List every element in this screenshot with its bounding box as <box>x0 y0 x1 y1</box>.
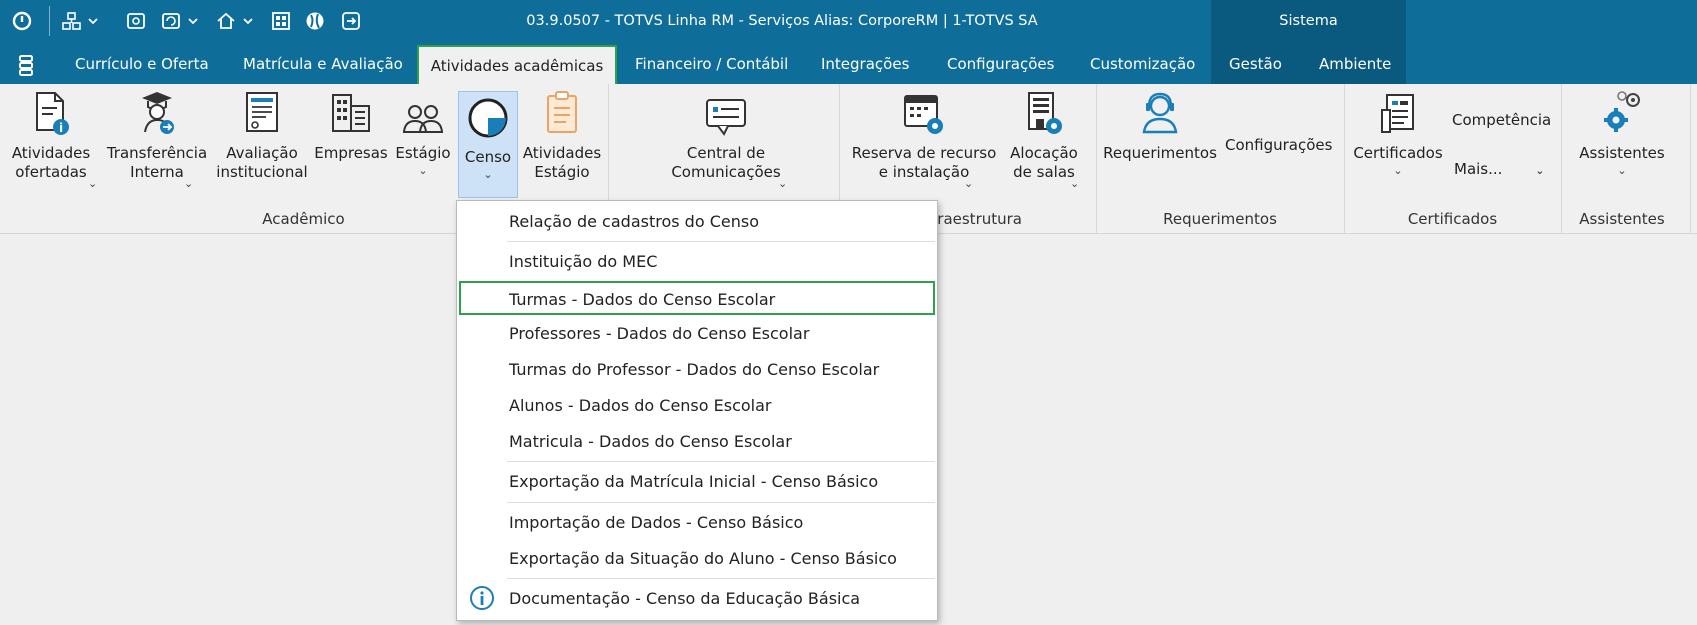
alocacao-de-salas-label: Alocação de salas <box>1010 144 1078 181</box>
tab-atividades-academicas[interactable]: Atividades acadêmicas <box>417 45 617 87</box>
tab-financeiro-contabil[interactable]: Financeiro / Contábil <box>635 42 788 84</box>
evaluation-form-icon <box>242 90 282 140</box>
menu-separator <box>507 241 935 242</box>
menu-item-instituicao-do-mec[interactable]: Instituição do MEC <box>457 245 937 279</box>
census-chart-icon <box>466 96 510 144</box>
atividades-ofertadas-label: Atividades ofertadas <box>11 144 91 181</box>
menu-item-turmas-do-professor[interactable]: Turmas do Professor - Dados do Censo Esc… <box>457 353 937 387</box>
gears-icon <box>1600 90 1644 140</box>
window-title: 03.9.0507 - TOTVS Linha RM - Serviços Al… <box>526 13 1038 29</box>
quick-access-separator <box>49 6 50 36</box>
globe-icon[interactable] <box>304 10 326 32</box>
tab-ambiente[interactable]: Ambiente <box>1319 42 1391 84</box>
censo-label: Censo <box>464 148 512 166</box>
headset-user-icon <box>1138 90 1182 140</box>
group-label-certificados: Certificados <box>1407 210 1498 228</box>
chevron-down-icon: ⌄ <box>1070 177 1080 190</box>
requerimentos-label: Requerimentos <box>1103 144 1217 162</box>
power-icon[interactable] <box>10 10 34 32</box>
atividades-estagio-button[interactable]: Atividades Estágio <box>522 88 602 200</box>
chevron-down-icon: ⌄ <box>1617 164 1627 177</box>
graduate-transfer-icon <box>136 90 178 140</box>
avaliacao-institucional-label: Avaliação institucional <box>216 144 308 181</box>
context-tab-sistema[interactable]: Sistema <box>1211 0 1406 42</box>
censo-dropdown-menu: Relação de cadastros do Censo Instituiçã… <box>456 200 938 621</box>
menu-item-turmas-censo-escolar[interactable]: Turmas - Dados do Censo Escolar <box>459 281 935 315</box>
buildings-icon <box>329 90 373 140</box>
menu-item-professores-censo-escolar[interactable]: Professores - Dados do Censo Escolar <box>457 317 937 351</box>
mais-label: Mais... <box>1454 160 1503 178</box>
menu-tabs-bar: Currículo e Oferta Matrícula e Avaliação… <box>0 42 1697 87</box>
menu-item-documentacao-censo[interactable]: Documentação - Censo da Educação Básica <box>457 582 937 616</box>
menu-item-alunos-censo-escolar[interactable]: Alunos - Dados do Censo Escolar <box>457 389 937 423</box>
tab-customizacao[interactable]: Customização <box>1090 42 1195 84</box>
group-separator <box>1690 84 1691 234</box>
grid-icon[interactable] <box>270 10 292 32</box>
mais-button[interactable]: Mais... ⌄ <box>1454 160 1544 178</box>
estagio-label: Estágio <box>395 144 451 162</box>
menu-item-exportacao-situacao-aluno[interactable]: Exportação da Situação do Aluno - Censo … <box>457 542 937 576</box>
room-gear-icon <box>1024 90 1064 140</box>
chevron-down-icon: ⌄ <box>184 177 194 190</box>
clipboard-icon <box>542 90 582 140</box>
empresas-button[interactable]: Empresas <box>312 88 390 200</box>
reserva-de-recurso-button[interactable]: Reserva de recurso e instalação ⌄ <box>846 88 1002 200</box>
group-label-assistentes: Assistentes <box>1579 210 1665 228</box>
assistentes-button[interactable]: Assistentes ⌄ <box>1572 88 1672 200</box>
svg-text:i: i <box>59 121 63 135</box>
atividades-ofertadas-button[interactable]: i Atividades ofertadas ⌄ <box>4 88 98 200</box>
menu-separator <box>507 578 935 579</box>
home-icon[interactable] <box>215 10 257 32</box>
atividades-estagio-label: Atividades Estágio <box>522 144 602 181</box>
chevron-down-icon: ⌄ <box>1393 164 1403 177</box>
tab-integracoes[interactable]: Integrações <box>821 42 909 84</box>
group-label-infraestrutura: fraestrutura <box>932 210 1022 228</box>
menu-item-relacao-de-cadastros[interactable]: Relação de cadastros do Censo <box>457 205 937 239</box>
app-menu-icon[interactable] <box>18 54 36 80</box>
reserva-de-recurso-label: Reserva de recurso e instalação <box>851 144 997 181</box>
requerimentos-button[interactable]: Requerimentos <box>1102 88 1218 200</box>
menu-separator <box>507 502 935 503</box>
empresas-label: Empresas <box>314 144 388 162</box>
menu-item-importacao-de-dados[interactable]: Importação de Dados - Censo Básico <box>457 506 937 540</box>
info-icon <box>469 585 495 615</box>
certificados-label: Certificados <box>1353 144 1443 162</box>
chevron-down-icon: ⌄ <box>778 177 788 190</box>
tab-configuracoes[interactable]: Configurações <box>947 42 1054 84</box>
people-icon <box>401 100 445 140</box>
app-window: 03.9.0507 - TOTVS Linha RM - Serviços Al… <box>0 0 1697 625</box>
refresh-screen-icon[interactable] <box>160 10 202 32</box>
menu-item-matricula-censo-escolar[interactable]: Matricula - Dados do Censo Escolar <box>457 425 937 459</box>
org-chart-icon[interactable] <box>60 10 100 32</box>
configuracoes-button[interactable]: Configurações <box>1225 136 1332 154</box>
menu-separator <box>507 461 935 462</box>
message-icon <box>704 96 748 140</box>
exit-icon[interactable] <box>340 10 362 32</box>
screen-icon[interactable] <box>125 10 147 32</box>
group-label-requerimentos: Requerimentos <box>1163 210 1277 228</box>
certificate-icon <box>1378 92 1418 140</box>
menu-item-exportacao-matricula-inicial[interactable]: Exportação da Matrícula Inicial - Censo … <box>457 465 937 499</box>
document-info-icon: i <box>31 90 71 140</box>
transferencia-interna-button[interactable]: Transferência Interna ⌄ <box>104 88 210 200</box>
tab-matricula-e-avaliacao[interactable]: Matrícula e Avaliação <box>243 42 403 84</box>
title-bar: 03.9.0507 - TOTVS Linha RM - Serviços Al… <box>0 0 1697 42</box>
central-de-comunicacoes-label: Central de Comunicações <box>671 144 781 181</box>
assistentes-label: Assistentes <box>1579 144 1665 162</box>
tab-gestao[interactable]: Gestão <box>1229 42 1282 84</box>
chevron-down-icon: ⌄ <box>1535 164 1545 177</box>
tab-curriculo-e-oferta[interactable]: Currículo e Oferta <box>75 42 209 84</box>
certificados-button[interactable]: Certificados ⌄ <box>1350 88 1446 200</box>
alocacao-de-salas-button[interactable]: Alocação de salas ⌄ <box>1004 88 1084 200</box>
central-de-comunicacoes-button[interactable]: Central de Comunicações ⌄ <box>640 88 812 200</box>
chevron-down-icon: ⌄ <box>483 168 493 181</box>
competencia-button[interactable]: Competência <box>1452 111 1551 129</box>
censo-button[interactable]: Censo ⌄ <box>458 91 518 198</box>
chevron-down-icon: ⌄ <box>88 177 98 190</box>
chevron-down-icon: ⌄ <box>964 177 974 190</box>
calendar-gear-icon <box>902 90 946 140</box>
chevron-down-icon: ⌄ <box>418 164 428 177</box>
estagio-button[interactable]: Estágio ⌄ <box>393 88 453 200</box>
avaliacao-institucional-button[interactable]: Avaliação institucional <box>216 88 308 200</box>
